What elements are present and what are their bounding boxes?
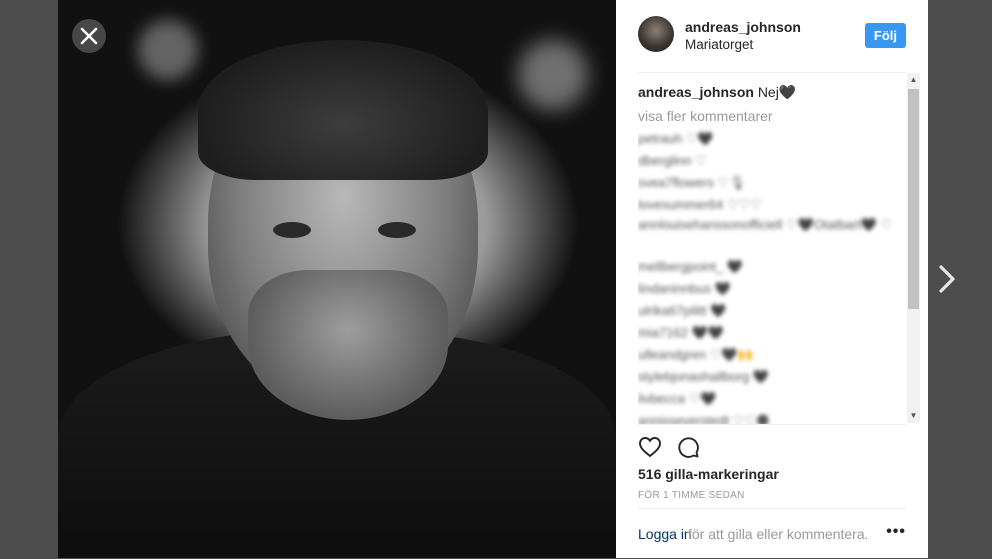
post-header: andreas_johnson Mariatorget Följ	[638, 16, 906, 73]
list-item: mellbergpoint_ 🖤	[638, 259, 744, 274]
comments-scrollbar[interactable]: ▲ ▼	[907, 73, 920, 423]
list-item: dberglinn ♡	[638, 153, 707, 168]
list-item: livbecca ♡🖤	[638, 391, 717, 406]
list-item: mia7162 🖤🖤	[638, 325, 724, 340]
close-button[interactable]	[72, 19, 106, 53]
post-photo[interactable]	[58, 0, 616, 558]
post-timestamp: FÖR 1 TIMME SEDAN	[638, 490, 745, 501]
heart-icon[interactable]	[638, 435, 662, 459]
comment-icon[interactable]	[676, 435, 700, 459]
follow-button[interactable]: Följ	[864, 23, 906, 48]
list-item: lovesummer64 ♡♡♡	[638, 197, 762, 212]
caption-username[interactable]: andreas_johnson	[638, 84, 754, 100]
post-footer: Logga in för att gilla eller kommentera.…	[638, 508, 906, 559]
scroll-up-arrow-icon[interactable]: ▲	[907, 73, 920, 87]
post-username[interactable]: andreas_johnson	[685, 19, 801, 35]
list-item: ulrika67pilitt 🖤	[638, 303, 727, 318]
avatar[interactable]	[638, 16, 674, 52]
login-prompt-text: för att gilla eller kommentera.	[688, 526, 869, 542]
list-item: ulleandgren ♡🖤🙌	[638, 347, 754, 362]
caption: andreas_johnson Nej🖤	[638, 84, 906, 101]
photo-hair	[198, 40, 488, 180]
photo-eye	[378, 222, 416, 238]
chevron-right-icon[interactable]	[934, 262, 960, 296]
list-item: lindaninnbus 🖤	[638, 281, 731, 296]
blurred-comments: petrauh ♡🖤 dberglinn ♡ svea7flowers ♡🎙 l…	[638, 128, 906, 424]
list-item: petrauh ♡🖤	[638, 131, 714, 146]
scroll-down-arrow-icon[interactable]: ▼	[907, 409, 920, 423]
photo-bokeh-light	[138, 20, 198, 80]
post-actions	[638, 424, 906, 465]
post-sidebar: andreas_johnson Mariatorget Följ andreas…	[616, 0, 928, 558]
photo-eye	[273, 222, 311, 238]
photo-bokeh-light	[518, 40, 588, 110]
list-item: annisseverstedt ♡♡🌑	[638, 413, 770, 424]
close-icon	[80, 27, 98, 45]
list-item: svea7flowers ♡🎙	[638, 175, 746, 190]
list-item: annlouisehanssonofficiell ♡🖤Otatbart🖤 ♡	[638, 217, 893, 232]
show-more-comments-link[interactable]: visa fler kommentarer	[638, 108, 906, 124]
like-count[interactable]: 516 gilla-markeringar	[638, 466, 779, 482]
post-modal: andreas_johnson Mariatorget Följ andreas…	[58, 0, 928, 558]
list-item: stylebjonashallborg 🖤	[638, 369, 770, 384]
scrollbar-thumb[interactable]	[908, 89, 919, 309]
photo-beard	[248, 270, 448, 420]
login-link[interactable]: Logga in	[638, 526, 692, 542]
caption-text: Nej🖤	[757, 84, 797, 100]
post-location[interactable]: Mariatorget	[685, 37, 753, 52]
comments-list: andreas_johnson Nej🖤 visa fler kommentar…	[638, 72, 906, 424]
more-options-button[interactable]: •••	[886, 523, 906, 541]
